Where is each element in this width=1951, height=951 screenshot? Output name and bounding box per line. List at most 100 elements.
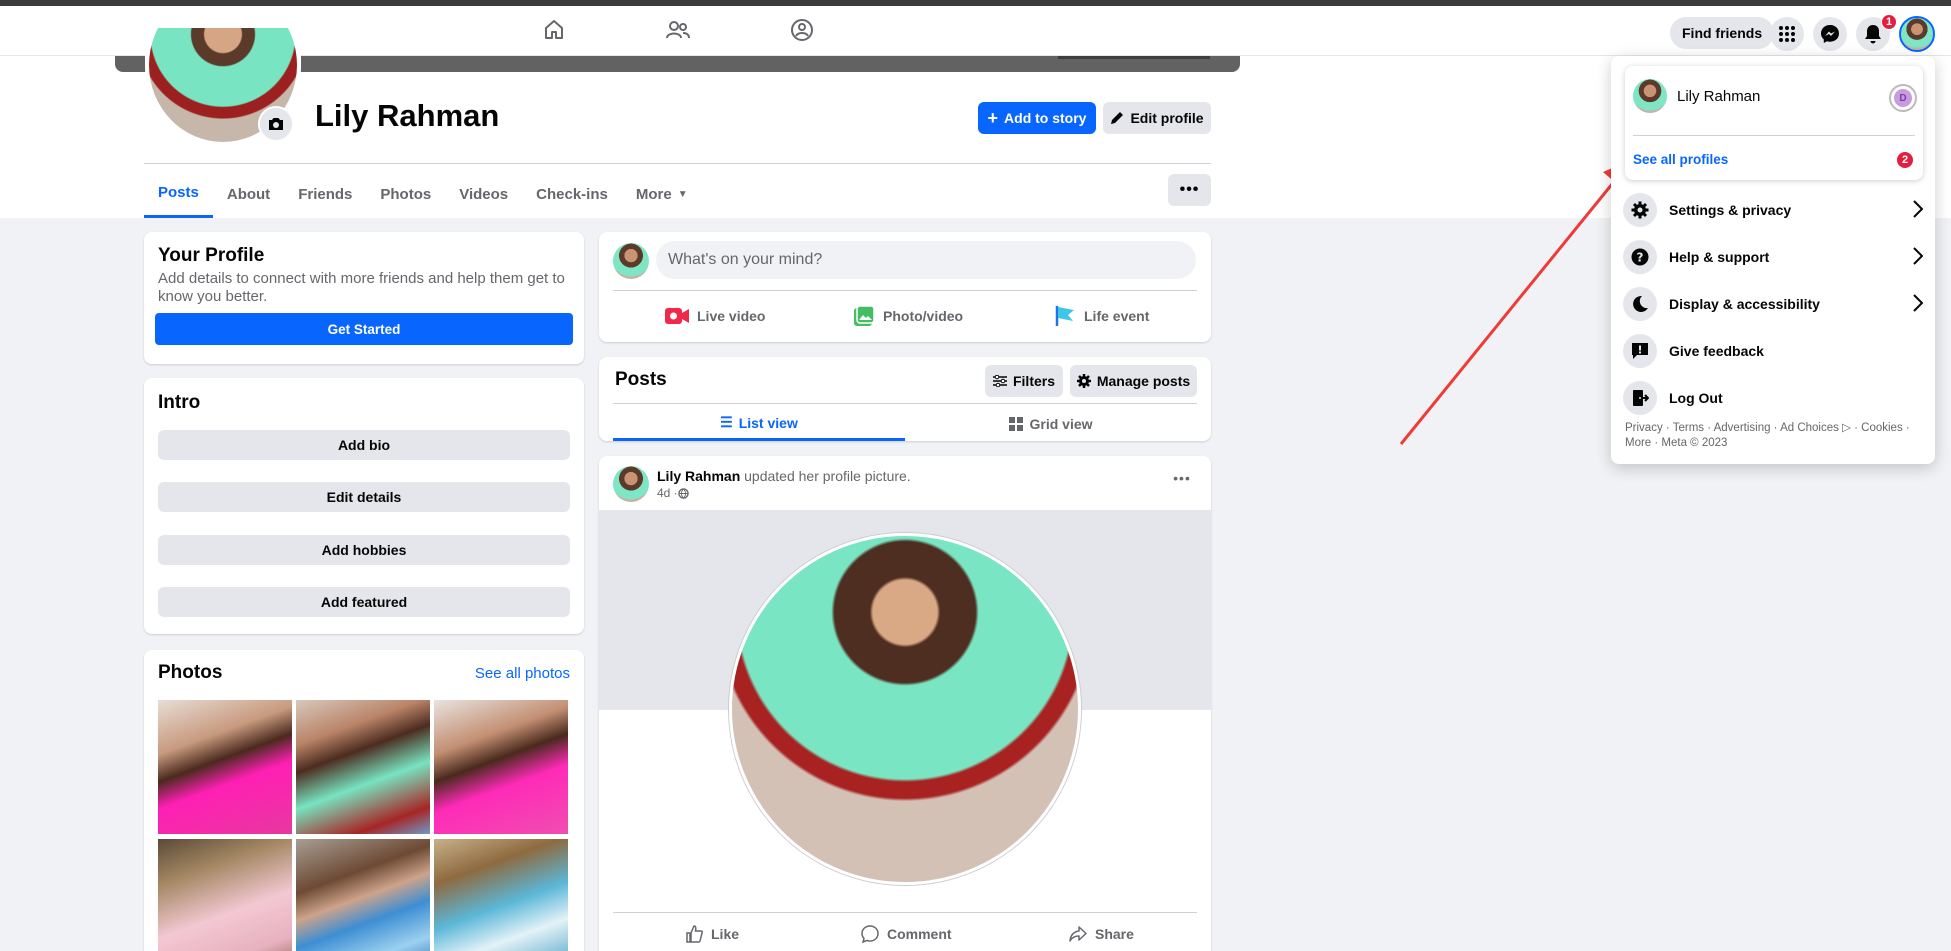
get-started-label: Get Started [327, 321, 401, 337]
messenger-icon [1821, 25, 1839, 43]
whats-on-your-mind-input[interactable]: What's on your mind? [656, 241, 1196, 279]
add-bio-button[interactable]: Add bio [158, 430, 570, 460]
see-all-photos-link[interactable]: See all photos [475, 665, 570, 682]
photo-thumbnail[interactable] [158, 700, 292, 834]
photo-thumbnail[interactable] [158, 839, 292, 951]
photo-thumbnail[interactable] [296, 839, 430, 951]
switch-profile-icon[interactable]: D [1889, 84, 1917, 112]
tab-checkins[interactable]: Check-ins [522, 170, 622, 218]
posts-title: Posts [615, 369, 667, 390]
menu-item-log-out[interactable]: Log Out [1623, 376, 1923, 420]
photo-thumbnail[interactable] [434, 839, 568, 951]
menu-profile-name: Lily Rahman [1677, 87, 1761, 105]
tab-about[interactable]: About [213, 170, 284, 218]
edit-profile-button[interactable]: Edit profile [1103, 102, 1211, 134]
account-avatar-button[interactable] [1899, 16, 1935, 52]
post-composer: What's on your mind? Live video Photo/vi… [599, 232, 1211, 342]
post-time[interactable]: 4d · [657, 486, 678, 500]
profile-name: Lily Rahman [315, 98, 500, 133]
tab-label: Check-ins [536, 185, 608, 203]
grid-view-tab[interactable]: Grid view [905, 407, 1197, 441]
filters-button[interactable]: Filters [985, 365, 1063, 397]
globe-icon [677, 487, 689, 499]
live-video-button[interactable]: Live video [665, 302, 765, 330]
find-friends-button[interactable]: Find friends [1670, 17, 1775, 49]
add-hobbies-button[interactable]: Add hobbies [158, 535, 570, 565]
your-profile-description: Add details to connect with more friends… [158, 270, 565, 305]
comment-button[interactable]: Comment [861, 914, 952, 951]
current-profile-row[interactable]: Lily Rahman [1633, 74, 1915, 118]
chevron-right-icon [1913, 294, 1924, 315]
get-started-button[interactable]: Get Started [155, 313, 573, 345]
photo-thumbnail[interactable] [434, 700, 568, 834]
menu-item-label: Help & support [1669, 249, 1770, 265]
camera-icon [269, 118, 283, 130]
post-profile-image[interactable] [729, 533, 1081, 885]
photo-thumbnail[interactable] [296, 700, 430, 834]
menu-footer-links[interactable]: Privacy · Terms · Advertising · Ad Choic… [1625, 421, 1925, 451]
bell-icon [1865, 25, 1881, 44]
tab-label: About [226, 185, 271, 203]
comment-label: Comment [887, 926, 952, 942]
flag-icon [1055, 306, 1074, 326]
update-photo-button[interactable] [258, 106, 294, 142]
posts-header-card: Posts Filters Manage posts ☰ List view G… [599, 357, 1211, 441]
pencil-icon [1111, 112, 1124, 124]
chevron-right-icon [1913, 247, 1924, 268]
post-author-name[interactable]: Lily Rahman [657, 468, 740, 484]
chevron-right-icon [1913, 200, 1924, 221]
menu-item-display-accessibility[interactable]: Display & accessibility [1623, 282, 1924, 326]
composer-avatar [613, 243, 649, 279]
profile-more-options-button[interactable]: ••• [1168, 174, 1211, 206]
friends-icon[interactable] [658, 14, 698, 46]
svg-text:?: ? [1637, 251, 1644, 265]
menu-grid-icon [1779, 26, 1795, 42]
life-event-label: Life event [1084, 308, 1150, 324]
posts-divider [613, 403, 1197, 404]
post-options-button[interactable]: ••• [1166, 470, 1198, 494]
menu-grid-button[interactable] [1770, 17, 1804, 51]
tab-videos[interactable]: Videos [445, 170, 522, 218]
menu-item-label: Settings & privacy [1669, 202, 1792, 218]
menu-item-help-support[interactable]: ? Help & support [1623, 235, 1924, 279]
your-profile-card: Your Profile Add details to connect with… [144, 232, 584, 364]
like-icon [686, 925, 703, 943]
tab-friends[interactable]: Friends [284, 170, 366, 218]
composer-divider [613, 290, 1197, 291]
like-button[interactable]: Like [685, 914, 739, 951]
list-view-tab[interactable]: ☰ List view [613, 407, 905, 441]
tab-photos[interactable]: Photos [366, 170, 445, 218]
notification-badge: 1 [1881, 14, 1897, 30]
moon-icon [1623, 287, 1657, 321]
tab-label: Friends [298, 185, 353, 203]
share-button[interactable]: Share [1069, 914, 1134, 951]
photo-icon [854, 305, 875, 326]
post-author-avatar[interactable] [613, 466, 649, 502]
photos-title: Photos [158, 662, 223, 683]
add-featured-button[interactable]: Add featured [158, 587, 570, 617]
gear-icon [1076, 374, 1091, 388]
messenger-button[interactable] [1813, 17, 1847, 51]
share-icon [1069, 926, 1087, 942]
menu-item-give-feedback[interactable]: Give feedback [1623, 329, 1923, 373]
your-profile-title: Your Profile [158, 245, 265, 266]
menu-item-settings-privacy[interactable]: Settings & privacy [1623, 188, 1924, 232]
post-card: Lily Rahman updated her profile picture.… [599, 456, 1211, 951]
manage-posts-button[interactable]: Manage posts [1070, 365, 1197, 397]
logout-icon [1623, 381, 1657, 415]
life-event-button[interactable]: Life event [1054, 302, 1149, 330]
edit-details-button[interactable]: Edit details [158, 482, 570, 512]
live-video-icon [665, 308, 689, 324]
photos-card: Photos See all photos [144, 650, 584, 951]
tab-more[interactable]: More ▼ [622, 170, 702, 218]
see-all-profiles-link[interactable]: See all profiles [1633, 152, 1728, 167]
photo-video-button[interactable]: Photo/video [853, 302, 963, 330]
tab-label: Photos [380, 185, 432, 203]
edit-cover-button[interactable] [1058, 56, 1210, 59]
account-menu: Lily Rahman D See all profiles 2 Setting… [1611, 56, 1935, 464]
tab-label: Videos [459, 185, 509, 203]
add-to-story-button[interactable]: + Add to story [978, 102, 1096, 134]
home-icon[interactable] [534, 14, 574, 46]
groups-icon[interactable] [782, 14, 822, 46]
tab-posts[interactable]: Posts [144, 170, 213, 218]
